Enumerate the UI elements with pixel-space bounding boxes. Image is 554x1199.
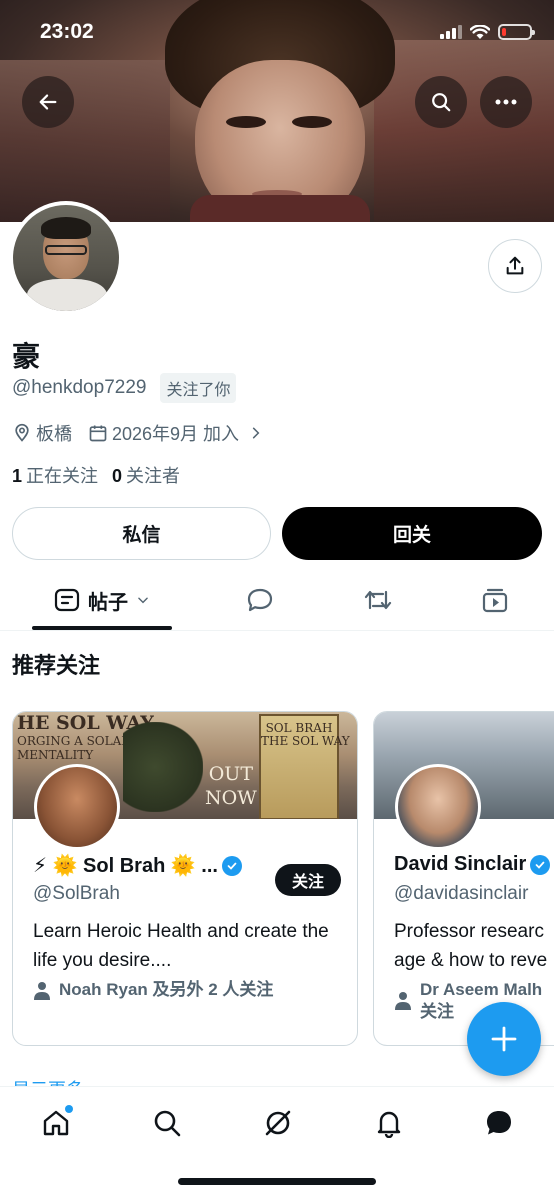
battery-icon	[498, 24, 535, 40]
profile-name: 豪	[12, 341, 41, 372]
profile-handle: @henkdop7229	[12, 377, 147, 398]
profile-tabs: 帖子	[0, 570, 554, 631]
nav-notifications[interactable]	[369, 1105, 409, 1141]
arrow-left-icon	[39, 94, 57, 110]
suggestion-name-row: David Sinclair	[394, 853, 551, 876]
location-text: 板橋	[36, 424, 72, 444]
media-icon	[482, 588, 508, 613]
suggestion-follow-button[interactable]: 关注	[275, 864, 342, 896]
suggestion-name: ⚡ 🌞 Sol Brah 🌞 ...	[33, 855, 218, 877]
tab-reposts[interactable]	[348, 570, 408, 630]
wifi-icon	[470, 24, 490, 39]
notifications-icon	[377, 1111, 401, 1138]
location-pin-icon	[15, 423, 29, 442]
tab-posts[interactable]: 帖子	[32, 570, 172, 630]
cellular-signal-icon	[440, 25, 462, 39]
person-icon	[34, 982, 50, 1000]
posts-icon	[54, 588, 80, 612]
plus-icon	[491, 1026, 517, 1052]
home-indicator	[178, 1178, 376, 1185]
chevron-right-icon	[252, 427, 260, 439]
reposts-icon	[364, 590, 392, 610]
suggestion-bio: Learn Heroic Health and create the life …	[33, 921, 329, 971]
banner-out-now: OUT NOW	[205, 763, 257, 809]
verified-badge-icon	[530, 854, 551, 875]
suggestion-bio-line: Professor researc	[394, 921, 544, 942]
banner-subtitle: ORGING A SOLAR MENTALITY	[17, 734, 131, 762]
followers-count: 0	[112, 466, 123, 486]
share-button[interactable]	[488, 239, 542, 293]
suggestion-avatar[interactable]	[34, 764, 120, 850]
suggestion-handle: @SolBrah	[33, 883, 120, 904]
suggestion-card[interactable]: David Sinclair @davidasinclair Professor…	[373, 711, 554, 1046]
status-bar: 23:02	[0, 0, 554, 66]
person-icon	[395, 992, 411, 1010]
selected-tab-indicator	[32, 626, 172, 630]
nav-grok[interactable]	[258, 1105, 298, 1141]
status-time: 23:02	[40, 20, 94, 43]
messages-icon	[487, 1111, 511, 1135]
compose-button[interactable]	[467, 1002, 541, 1076]
nav-home[interactable]	[36, 1105, 76, 1141]
social-context-text: Noah Ryan 及另外 2 人关注	[59, 980, 274, 999]
banner-book-title: SOL BRAH THE SOL WAY	[261, 721, 350, 748]
suggestion-social-context: Noah Ryan 及另外 2 人关注	[33, 979, 273, 1001]
follow-back-button[interactable]: 回关	[282, 507, 542, 560]
tab-replies[interactable]	[230, 570, 290, 630]
show-more-link[interactable]: 显示更多	[12, 1076, 84, 1086]
following-count-link[interactable]: 1 正在关注	[12, 462, 98, 488]
followers-count-link[interactable]: 0 关注者	[112, 462, 180, 488]
following-label: 正在关注	[26, 466, 99, 486]
share-icon	[506, 256, 524, 275]
joined-text: 2026年9月 加入	[112, 424, 240, 444]
following-count: 1	[12, 466, 23, 486]
joined-date[interactable]: 2026年9月 加入	[88, 420, 263, 446]
search-icon	[432, 93, 451, 112]
suggestion-name: David Sinclair	[394, 853, 527, 875]
nav-messages[interactable]	[479, 1105, 519, 1141]
suggestion-bio: Professor researc age & how to reve	[394, 917, 547, 975]
suggestion-card[interactable]: HE SOL WAY ORGING A SOLAR MENTALITY OUT …	[12, 711, 358, 1046]
grok-icon	[265, 1110, 291, 1136]
followers-label: 关注者	[126, 466, 181, 486]
tab-posts-label: 帖子	[88, 591, 128, 614]
tab-media[interactable]	[465, 570, 525, 630]
verified-badge-icon	[221, 855, 242, 876]
suggestion-bio-line: age & how to reve	[394, 950, 548, 971]
calendar-icon	[89, 425, 107, 442]
chevron-down-icon	[138, 597, 148, 604]
message-button[interactable]: 私信	[12, 507, 271, 560]
search-button[interactable]	[415, 76, 467, 128]
location: 板橋	[12, 420, 72, 446]
back-button[interactable]	[22, 76, 74, 128]
who-to-follow-title: 推荐关注	[12, 653, 101, 678]
suggestion-name-row: ⚡ 🌞 Sol Brah 🌞 ...	[33, 853, 242, 878]
more-horizontal-icon	[495, 99, 517, 105]
more-button[interactable]	[480, 76, 532, 128]
search-icon	[154, 1110, 181, 1137]
suggestion-handle: @davidasinclair	[394, 883, 529, 904]
nav-search[interactable]	[147, 1105, 187, 1141]
suggestion-avatar[interactable]	[395, 764, 481, 850]
follows-you-badge: 关注了你	[160, 373, 237, 403]
notification-dot	[65, 1105, 73, 1113]
replies-icon	[247, 588, 273, 612]
social-context-text: Dr Aseem Malh	[420, 980, 543, 999]
profile-avatar[interactable]	[9, 201, 123, 315]
